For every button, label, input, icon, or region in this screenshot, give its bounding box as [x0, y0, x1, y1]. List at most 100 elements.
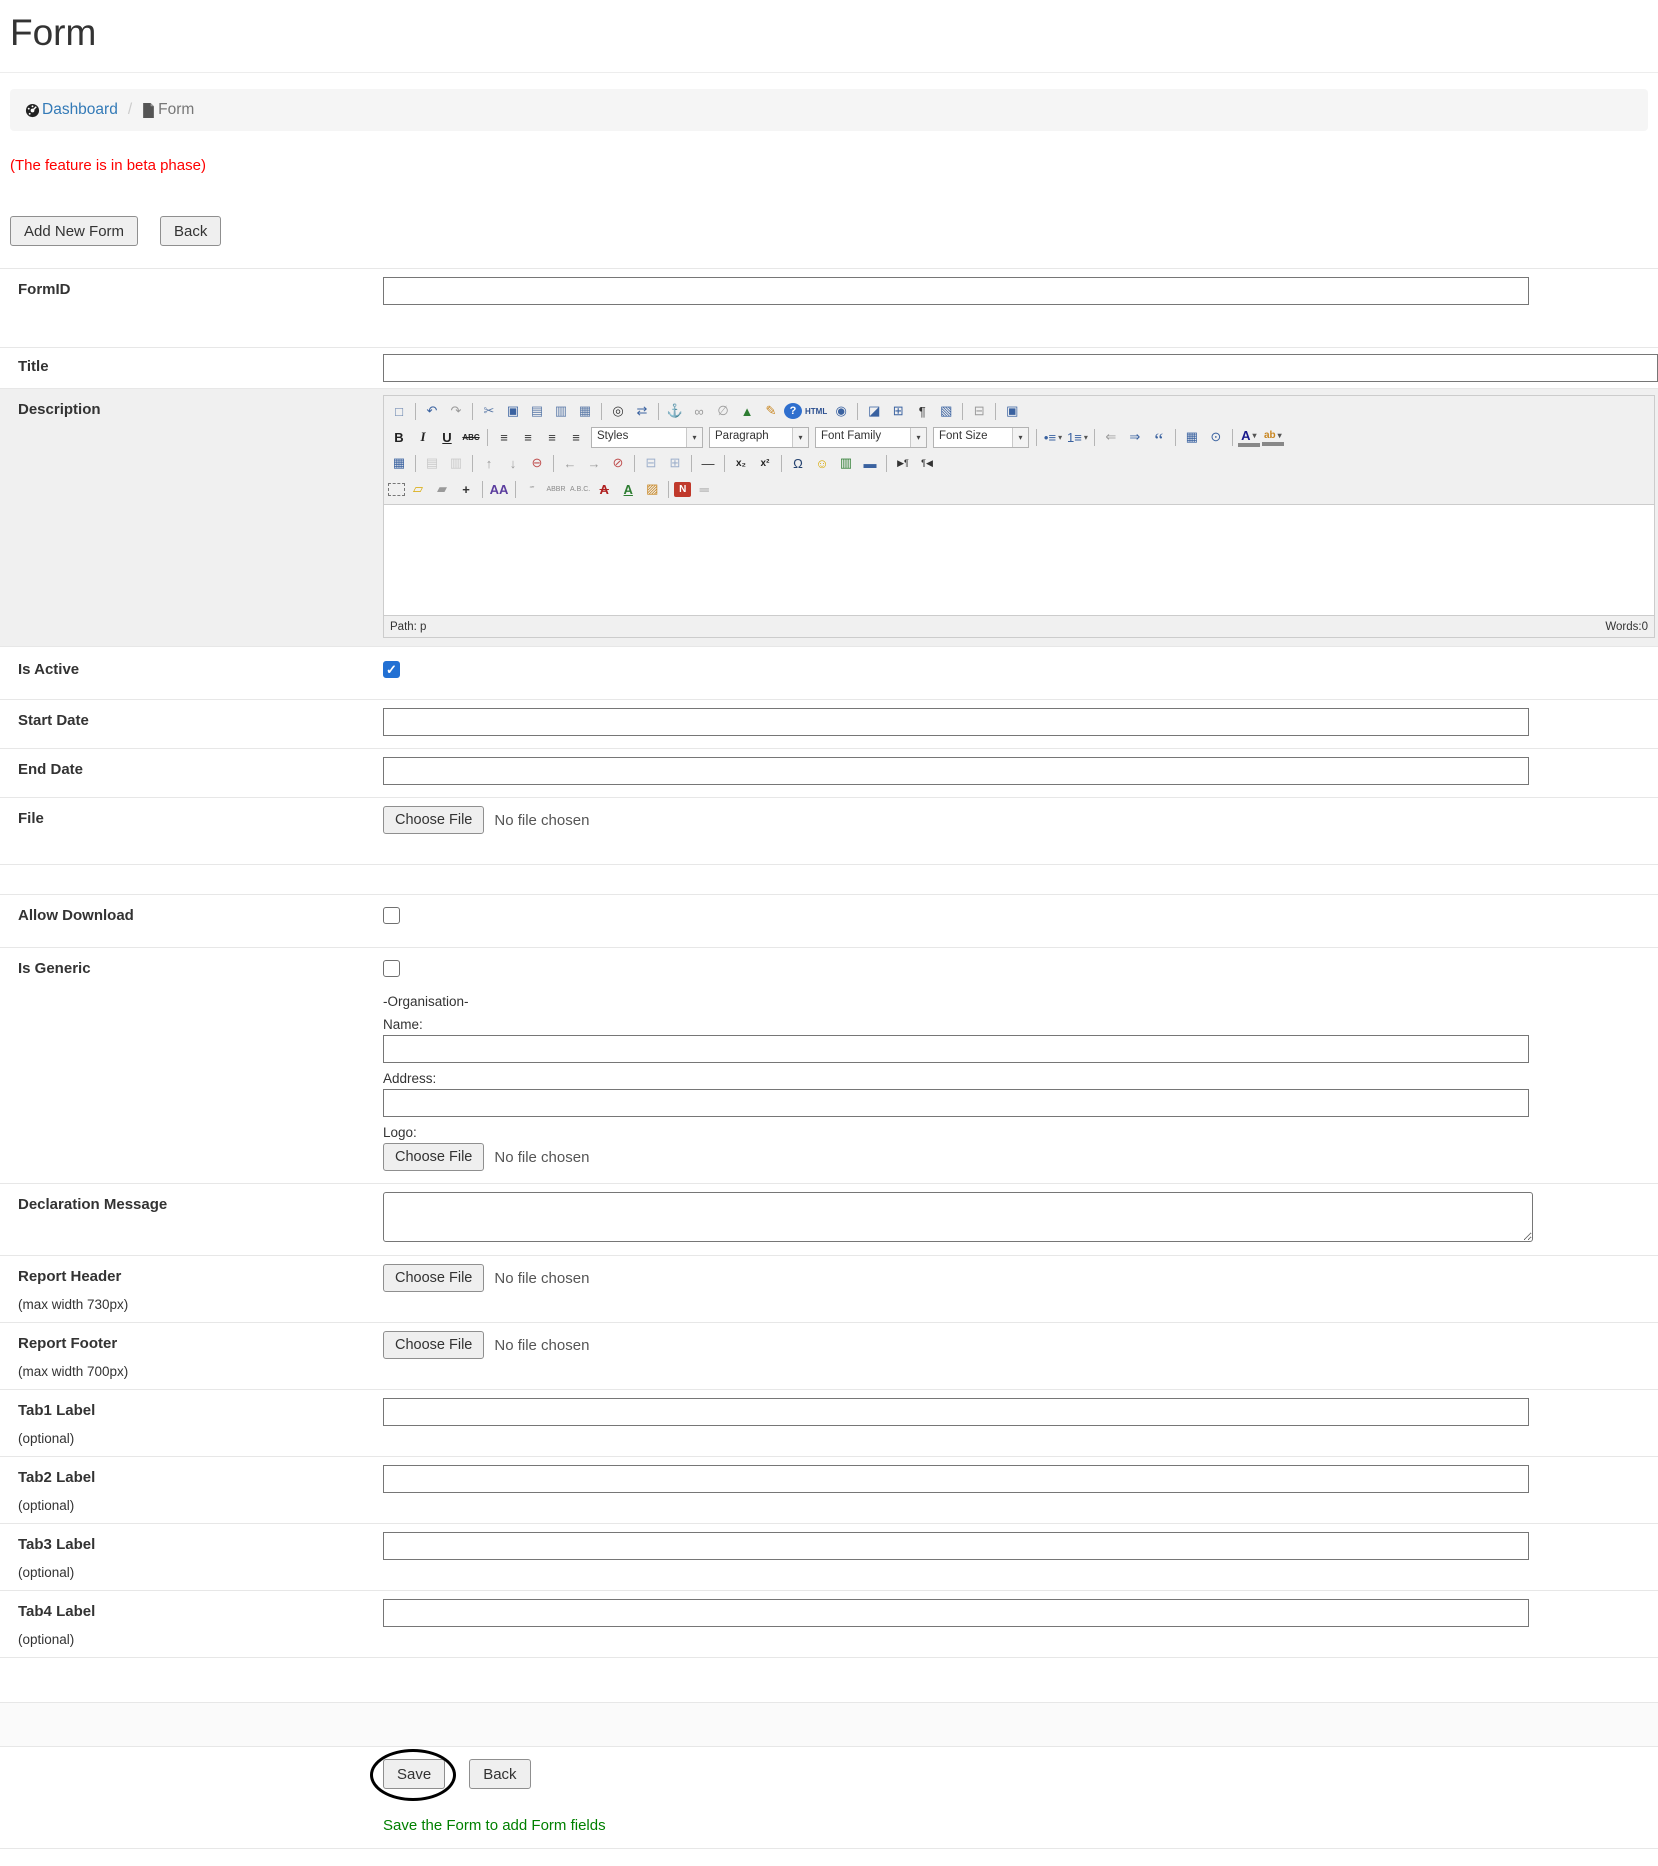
- formid-input[interactable]: [383, 277, 1529, 305]
- superscript-icon[interactable]: x²: [754, 453, 776, 473]
- delete-col-icon[interactable]: ⊘: [607, 453, 629, 473]
- insert-time-icon[interactable]: ⊙: [1205, 427, 1227, 447]
- copy-icon[interactable]: ▣: [502, 401, 524, 421]
- organisation-name-input[interactable]: [383, 1035, 1529, 1063]
- align-left-icon[interactable]: ≡: [493, 427, 515, 447]
- tab3-input[interactable]: [383, 1532, 1529, 1560]
- outdent-icon[interactable]: ⇐: [1100, 427, 1122, 447]
- special-char-icon[interactable]: Ω: [787, 453, 809, 473]
- numbered-list-icon[interactable]: 1≡▾: [1066, 427, 1089, 447]
- html-source-icon[interactable]: HTML: [804, 401, 828, 421]
- indent-icon[interactable]: ⇒: [1124, 427, 1146, 447]
- page-preview-icon[interactable]: ▧: [935, 401, 957, 421]
- align-center-icon[interactable]: ≡: [517, 427, 539, 447]
- report-header-choose-button[interactable]: Choose File: [383, 1264, 484, 1292]
- start-date-input[interactable]: [383, 708, 1529, 736]
- link-icon[interactable]: ∞: [688, 401, 710, 421]
- style-props-icon[interactable]: AA: [488, 479, 510, 499]
- merge-cells-icon[interactable]: ⊞: [664, 453, 686, 473]
- show-blocks-icon[interactable]: ¶: [911, 401, 933, 421]
- media-icon[interactable]: ▥: [835, 453, 857, 473]
- move-backward-icon[interactable]: ▰: [431, 479, 453, 499]
- underline-icon[interactable]: U: [436, 427, 458, 447]
- breadcrumb-dashboard-link[interactable]: Dashboard: [25, 101, 118, 119]
- cite-icon[interactable]: “”: [521, 479, 543, 499]
- table-row-props-icon[interactable]: ▤: [421, 453, 443, 473]
- allow-download-checkbox[interactable]: [383, 907, 400, 924]
- find-replace-icon[interactable]: ⇄: [631, 401, 653, 421]
- emoticon-icon[interactable]: ☺: [811, 453, 833, 473]
- advanced-hr-icon[interactable]: ▬: [859, 453, 881, 473]
- acronym-icon[interactable]: A.B.C.: [569, 479, 591, 499]
- file-choose-button[interactable]: Choose File: [383, 806, 484, 834]
- insert-col-before-icon[interactable]: ←: [559, 453, 581, 473]
- insert-row-before-icon[interactable]: ↑: [478, 453, 500, 473]
- print-icon[interactable]: ⊟: [968, 401, 990, 421]
- logo-choose-button[interactable]: Choose File: [383, 1143, 484, 1171]
- ltr-icon[interactable]: ▶¶: [892, 453, 914, 473]
- delete-row-icon[interactable]: ⊖: [526, 453, 548, 473]
- unlink-icon[interactable]: ∅: [712, 401, 734, 421]
- report-footer-choose-button[interactable]: Choose File: [383, 1331, 484, 1359]
- font-size-dropdown[interactable]: Font Size▾: [933, 427, 1029, 448]
- inserted-text-icon[interactable]: A: [617, 479, 639, 499]
- insert-row-after-icon[interactable]: ↓: [502, 453, 524, 473]
- font-family-dropdown[interactable]: Font Family▾: [815, 427, 927, 448]
- absolute-position-icon[interactable]: +: [455, 479, 477, 499]
- nonbreaking-space-icon[interactable]: N: [674, 482, 691, 497]
- declaration-textarea[interactable]: [383, 1192, 1533, 1242]
- insert-layer-icon[interactable]: [388, 483, 405, 496]
- paste-as-text-icon[interactable]: ▥: [550, 401, 572, 421]
- align-justify-icon[interactable]: ≡: [565, 427, 587, 447]
- table-edit-icon[interactable]: ▦: [388, 453, 410, 473]
- remove-format-icon[interactable]: ◪: [863, 401, 885, 421]
- highlight-color-icon[interactable]: ab▾: [1262, 429, 1284, 446]
- insert-table-icon[interactable]: ⊞: [887, 401, 909, 421]
- title-input[interactable]: [383, 354, 1658, 382]
- editor-content-area[interactable]: [384, 504, 1654, 615]
- paragraph-dropdown[interactable]: Paragraph▾: [709, 427, 809, 448]
- is-active-checkbox[interactable]: [383, 661, 400, 678]
- blockquote-icon[interactable]: “: [1148, 423, 1170, 451]
- attributes-icon[interactable]: ▨: [641, 479, 663, 499]
- redo-icon[interactable]: ↷: [445, 401, 467, 421]
- text-color-icon[interactable]: A▾: [1238, 428, 1260, 447]
- move-forward-icon[interactable]: ▱: [407, 479, 429, 499]
- tab1-input[interactable]: [383, 1398, 1529, 1426]
- add-new-form-button[interactable]: Add New Form: [10, 216, 138, 246]
- help-icon[interactable]: ?: [784, 403, 802, 419]
- align-right-icon[interactable]: ≡: [541, 427, 563, 447]
- insert-date-icon[interactable]: ▦: [1181, 427, 1203, 447]
- paste-from-word-icon[interactable]: ▦: [574, 401, 596, 421]
- back-button-top[interactable]: Back: [160, 216, 221, 246]
- fullscreen-icon[interactable]: ▣: [1001, 401, 1023, 421]
- rtl-icon[interactable]: ¶◀: [916, 453, 938, 473]
- deleted-text-icon[interactable]: A: [593, 479, 615, 499]
- page-break-icon[interactable]: ═: [693, 479, 715, 499]
- bold-icon[interactable]: B: [388, 427, 410, 447]
- insert-col-after-icon[interactable]: →: [583, 453, 605, 473]
- anchor-icon[interactable]: ⚓: [664, 401, 686, 421]
- abbreviation-icon[interactable]: ABBR: [545, 479, 567, 499]
- image-icon[interactable]: ▲: [736, 401, 758, 421]
- strikethrough-icon[interactable]: ABC: [460, 427, 482, 447]
- horizontal-rule-icon[interactable]: —: [697, 453, 719, 473]
- bullet-list-icon[interactable]: •≡▾: [1042, 427, 1064, 447]
- subscript-icon[interactable]: x₂: [730, 453, 752, 473]
- cut-icon[interactable]: ✂: [478, 401, 500, 421]
- styles-dropdown[interactable]: Styles▾: [591, 427, 703, 448]
- undo-icon[interactable]: ↶: [421, 401, 443, 421]
- table-cell-props-icon[interactable]: ▥: [445, 453, 467, 473]
- preview-icon[interactable]: ◉: [830, 401, 852, 421]
- tab2-input[interactable]: [383, 1465, 1529, 1493]
- find-icon[interactable]: ◎: [607, 401, 629, 421]
- back-button-bottom[interactable]: Back: [469, 1759, 530, 1789]
- paste-icon[interactable]: ▤: [526, 401, 548, 421]
- cleanup-icon[interactable]: ✎: [760, 401, 782, 421]
- save-button[interactable]: Save: [383, 1759, 445, 1789]
- organisation-address-input[interactable]: [383, 1089, 1529, 1117]
- new-document-icon[interactable]: □: [388, 401, 410, 421]
- tab4-input[interactable]: [383, 1599, 1529, 1627]
- is-generic-checkbox[interactable]: [383, 960, 400, 977]
- split-cells-icon[interactable]: ⊟: [640, 453, 662, 473]
